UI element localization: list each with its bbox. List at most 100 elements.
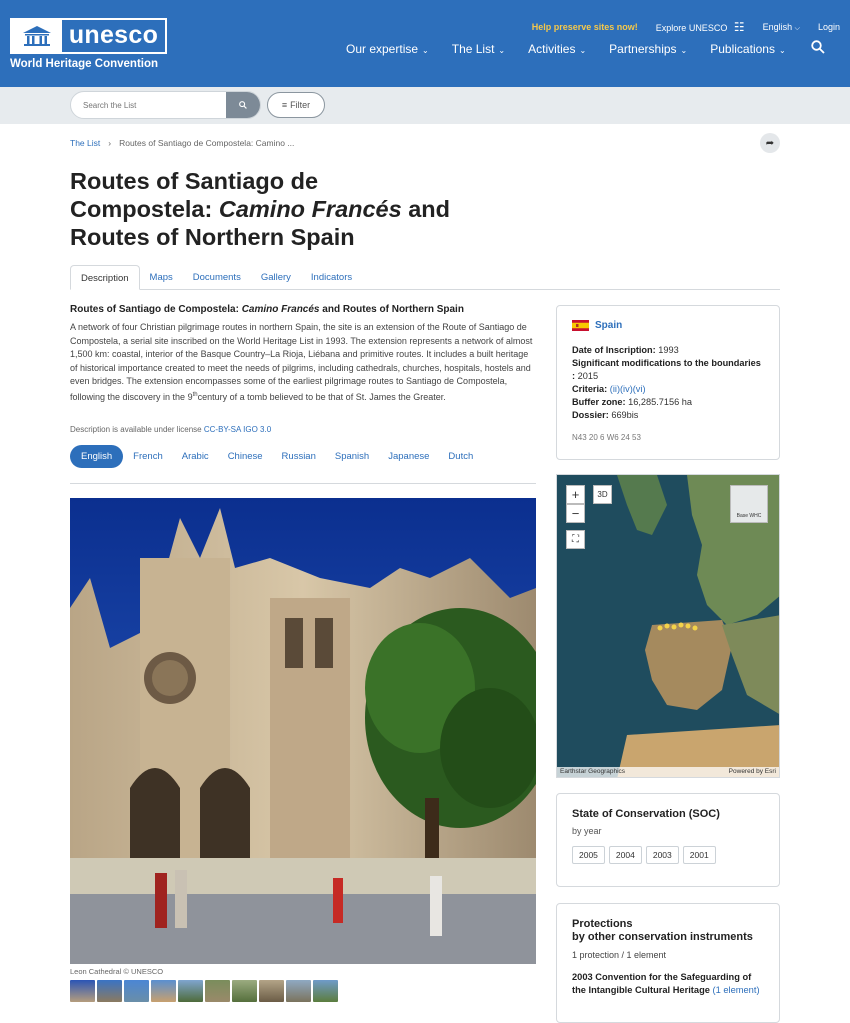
- nav-partnerships[interactable]: Partnerships ⌄: [609, 42, 687, 56]
- soc-years: 2005 2004 2003 2001: [572, 846, 764, 864]
- chevron-down-icon: ⌄: [498, 45, 506, 55]
- spain-flag-icon: [572, 320, 589, 331]
- chevron-down-icon: ⌄: [422, 45, 429, 55]
- thumbnail[interactable]: [97, 980, 122, 1002]
- help-link[interactable]: Help preserve sites now!: [532, 22, 638, 32]
- lang-russian[interactable]: Russian: [282, 451, 316, 462]
- page-title: Routes of Santiago de Compostela: Camino…: [70, 167, 510, 251]
- filter-label: Filter: [290, 100, 311, 110]
- protections-title-line: Protections: [572, 918, 633, 930]
- site-info-card: Spain Date of Inscription: 1993 Signific…: [556, 305, 780, 460]
- search-input[interactable]: [71, 92, 226, 118]
- country-link[interactable]: Spain: [595, 319, 622, 332]
- thumbnail[interactable]: [205, 980, 230, 1002]
- map-credits: Earthstar Geographics Powered by Esri: [557, 767, 779, 777]
- search-box: [70, 91, 261, 119]
- unesco-logo[interactable]: unesco: [10, 18, 167, 54]
- nav-label: Our expertise: [346, 41, 419, 56]
- zoom-out-button[interactable]: −: [566, 504, 585, 523]
- tab-bar: Description Maps Documents Gallery Indic…: [70, 265, 780, 290]
- divider: [70, 483, 536, 484]
- nav-publications[interactable]: Publications ⌄: [710, 42, 785, 56]
- zoom-in-button[interactable]: +: [566, 485, 585, 504]
- site-header: unesco World Heritage Convention Help pr…: [0, 0, 850, 87]
- nav-label: Publications: [710, 41, 775, 56]
- grid-icon: ☷: [733, 20, 745, 34]
- search-button[interactable]: [226, 92, 260, 118]
- heading-part: and Routes of Northern Spain: [319, 304, 464, 315]
- thumbnail[interactable]: [313, 980, 338, 1002]
- lang-chinese[interactable]: Chinese: [228, 451, 263, 462]
- lang-japanese[interactable]: Japanese: [388, 451, 429, 462]
- share-icon[interactable]: ➦: [760, 133, 780, 153]
- dossier-row: Dossier: 669bis: [572, 409, 764, 422]
- title-line: Compostela:: [70, 196, 219, 222]
- chevron-right-icon: ›: [108, 138, 112, 148]
- photo-caption: Leon Cathedral © UNESCO: [70, 967, 164, 976]
- tab-documents[interactable]: Documents: [183, 265, 251, 289]
- lang-arabic[interactable]: Arabic: [182, 451, 209, 462]
- tab-indicators[interactable]: Indicators: [301, 265, 362, 289]
- title-line: Routes of Northern Spain: [70, 224, 355, 250]
- soc-card: State of Conservation (SOC) by year 2005…: [556, 793, 780, 887]
- field-label: Date of Inscription:: [572, 345, 656, 355]
- license-text: Description is available under license: [70, 425, 204, 434]
- thumbnail[interactable]: [232, 980, 257, 1002]
- description-text: A network of four Christian pilgrimage r…: [70, 321, 536, 404]
- body-part: century of a tomb believed to be that of…: [197, 391, 446, 402]
- license-link[interactable]: CC-BY-SA IGO 3.0: [204, 425, 271, 434]
- explore-unesco-link[interactable]: Explore UNESCO ☷: [656, 20, 745, 34]
- thumbnail[interactable]: [286, 980, 311, 1002]
- lang-english[interactable]: English: [70, 445, 124, 468]
- soc-subtitle: by year: [572, 826, 602, 836]
- tab-maps[interactable]: Maps: [140, 265, 183, 289]
- login-link[interactable]: Login: [818, 22, 840, 32]
- filter-button[interactable]: ≡ Filter: [267, 92, 325, 118]
- breadcrumb-root[interactable]: The List: [70, 138, 100, 148]
- 3d-toggle-button[interactable]: 3D: [593, 485, 612, 504]
- heading-italic: Camino Francés: [241, 304, 320, 315]
- lang-dutch[interactable]: Dutch: [448, 451, 473, 462]
- tab-description[interactable]: Description: [70, 265, 140, 290]
- map-credit-left: Earthstar Geographics: [560, 768, 626, 775]
- tab-gallery[interactable]: Gallery: [251, 265, 301, 289]
- convention-link[interactable]: 2003 Convention for the Safeguarding of …: [572, 971, 764, 997]
- lang-french[interactable]: French: [133, 451, 163, 462]
- chevron-down-icon: ⌄: [680, 45, 688, 55]
- nav-label: Partnerships: [609, 41, 677, 56]
- description-heading: Routes of Santiago de Compostela: Camino…: [70, 304, 464, 315]
- nav-the-list[interactable]: The List ⌄: [452, 42, 505, 56]
- field-label: Dossier:: [572, 410, 609, 420]
- thumbnail[interactable]: [70, 980, 95, 1002]
- nav-our-expertise[interactable]: Our expertise ⌄: [346, 42, 429, 56]
- criteria-link[interactable]: (ii)(iv)(vi): [610, 384, 646, 394]
- license-note: Description is available under license C…: [70, 425, 271, 434]
- basemap-toggle[interactable]: Base WHC: [730, 485, 768, 523]
- field-label: Significant modifications to the boundar…: [572, 358, 761, 381]
- soc-year-button[interactable]: 2001: [682, 846, 716, 864]
- filter-icon: ≡: [281, 100, 288, 110]
- thumbnail[interactable]: [259, 980, 284, 1002]
- thumbnail[interactable]: [124, 980, 149, 1002]
- top-links: Help preserve sites now! Explore UNESCO …: [532, 20, 840, 34]
- soc-year-button[interactable]: 2004: [608, 846, 642, 864]
- soc-title: State of Conservation (SOC): [572, 808, 720, 820]
- fullscreen-icon[interactable]: ⛶: [566, 530, 585, 549]
- soc-year-button[interactable]: 2003: [645, 846, 679, 864]
- breadcrumb-current: Routes of Santiago de Compostela: Camino…: [119, 138, 295, 148]
- site-map[interactable]: + − 3D ⛶ Base WHC Earthstar Geographics …: [556, 474, 780, 778]
- search-icon[interactable]: [810, 40, 825, 57]
- chevron-down-icon: ⌄: [579, 45, 587, 55]
- site-photo[interactable]: [70, 498, 536, 964]
- thumbnail[interactable]: [178, 980, 203, 1002]
- thumbnail[interactable]: [151, 980, 176, 1002]
- protections-card: Protections by other conservation instrum…: [556, 903, 780, 1023]
- language-selector[interactable]: English ⌵: [763, 22, 800, 33]
- field-value: 16,285.7156 ha: [628, 397, 693, 407]
- protections-title: Protections by other conservation instrum…: [572, 918, 764, 944]
- nav-activities[interactable]: Activities ⌄: [528, 42, 586, 56]
- map-credit-right: Powered by Esri: [728, 768, 776, 775]
- soc-year-button[interactable]: 2005: [572, 846, 605, 864]
- lang-spanish[interactable]: Spanish: [335, 451, 369, 462]
- site-subtitle[interactable]: World Heritage Convention: [10, 58, 158, 70]
